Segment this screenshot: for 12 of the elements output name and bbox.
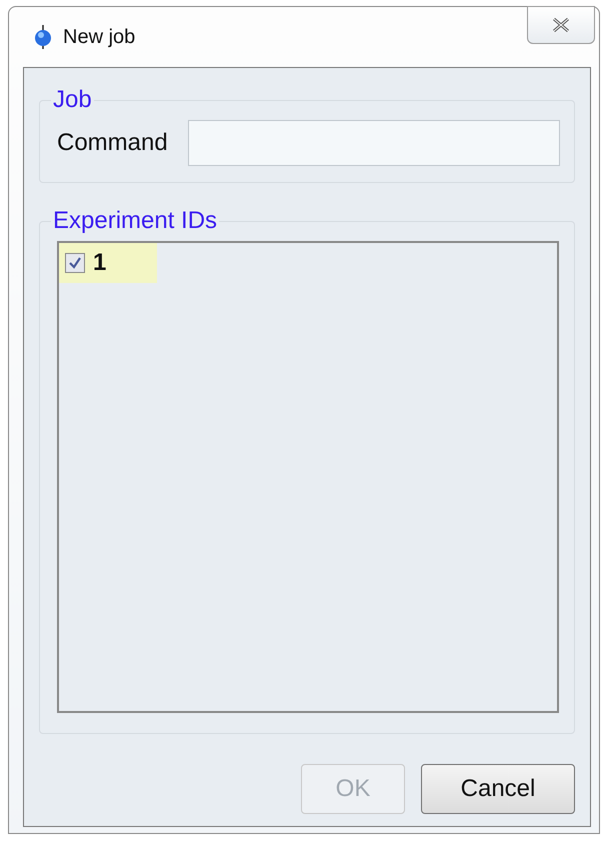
window-title: New job bbox=[63, 26, 136, 48]
cancel-button[interactable]: Cancel bbox=[421, 764, 575, 814]
group-title: Job bbox=[52, 86, 93, 114]
command-label: Command bbox=[57, 129, 168, 157]
command-field[interactable] bbox=[188, 120, 560, 166]
globe-icon bbox=[33, 24, 53, 50]
experiment-id: 1 bbox=[93, 249, 106, 277]
checkbox[interactable] bbox=[65, 253, 85, 273]
close-icon bbox=[550, 17, 572, 33]
group-title: Experiment IDs bbox=[52, 207, 218, 235]
close-button[interactable] bbox=[527, 6, 595, 44]
experiment-item[interactable]: 1 bbox=[59, 243, 157, 283]
